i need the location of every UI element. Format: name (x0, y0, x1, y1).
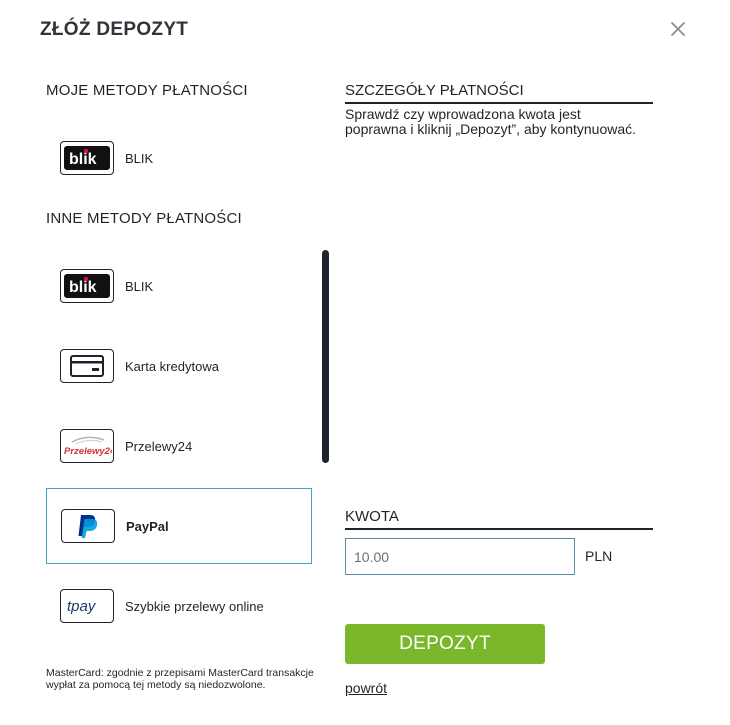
methods-scrollbar[interactable] (322, 250, 329, 463)
method-label: PayPal (126, 518, 169, 534)
method-label: Szybkie przelewy online (125, 598, 264, 614)
other-method-credit-card[interactable]: Karta kredytowa (46, 328, 312, 404)
mastercard-note: MasterCard: zgodnie z przepisami MasterC… (46, 667, 314, 691)
paypal-logo (61, 509, 115, 543)
blik-logo: blik (60, 141, 114, 175)
method-label: Karta kredytowa (125, 358, 219, 374)
svg-text:blik: blik (69, 151, 97, 168)
details-text: Sprawdź czy wprowadzona kwota jest popra… (345, 106, 637, 137)
other-method-paypal[interactable]: PayPal (46, 488, 312, 564)
blik-logo: blik (60, 269, 114, 303)
credit-card-icon (60, 349, 114, 383)
my-method-blik[interactable]: blik BLIK (46, 120, 312, 196)
back-link[interactable]: powrót (345, 680, 387, 696)
close-button[interactable] (666, 17, 690, 41)
przelewy24-logo-text: Przelewy24 (64, 446, 112, 457)
tpay-logo: tpay (60, 589, 114, 623)
przelewy24-logo: Przelewy24 (60, 429, 114, 463)
my-methods-heading: MOJE METODY PŁATNOŚCI (46, 82, 248, 99)
method-label: BLIK (125, 278, 154, 294)
deposit-button[interactable]: DEPOZYT (345, 624, 545, 664)
currency-label: PLN (585, 548, 613, 564)
details-heading: SZCZEGÓŁY PŁATNOŚCI (345, 82, 653, 104)
close-icon (671, 22, 685, 36)
tpay-logo-text: tpay (67, 598, 97, 615)
method-label: Przelewy24 (125, 438, 193, 454)
other-method-blik[interactable]: blik BLIK (46, 248, 312, 324)
svg-text:blik: blik (69, 279, 97, 296)
method-label: BLIK (125, 150, 154, 166)
amount-input[interactable] (345, 538, 575, 575)
amount-heading: KWOTA (345, 508, 653, 530)
dialog-title: ZŁÓŻ DEPOZYT (40, 19, 189, 40)
other-method-przelewy24[interactable]: Przelewy24 Przelewy24 (46, 408, 312, 484)
other-methods-heading: INNE METODY PŁATNOŚCI (46, 210, 242, 227)
other-method-tpay[interactable]: tpay Szybkie przelewy online (46, 568, 312, 644)
